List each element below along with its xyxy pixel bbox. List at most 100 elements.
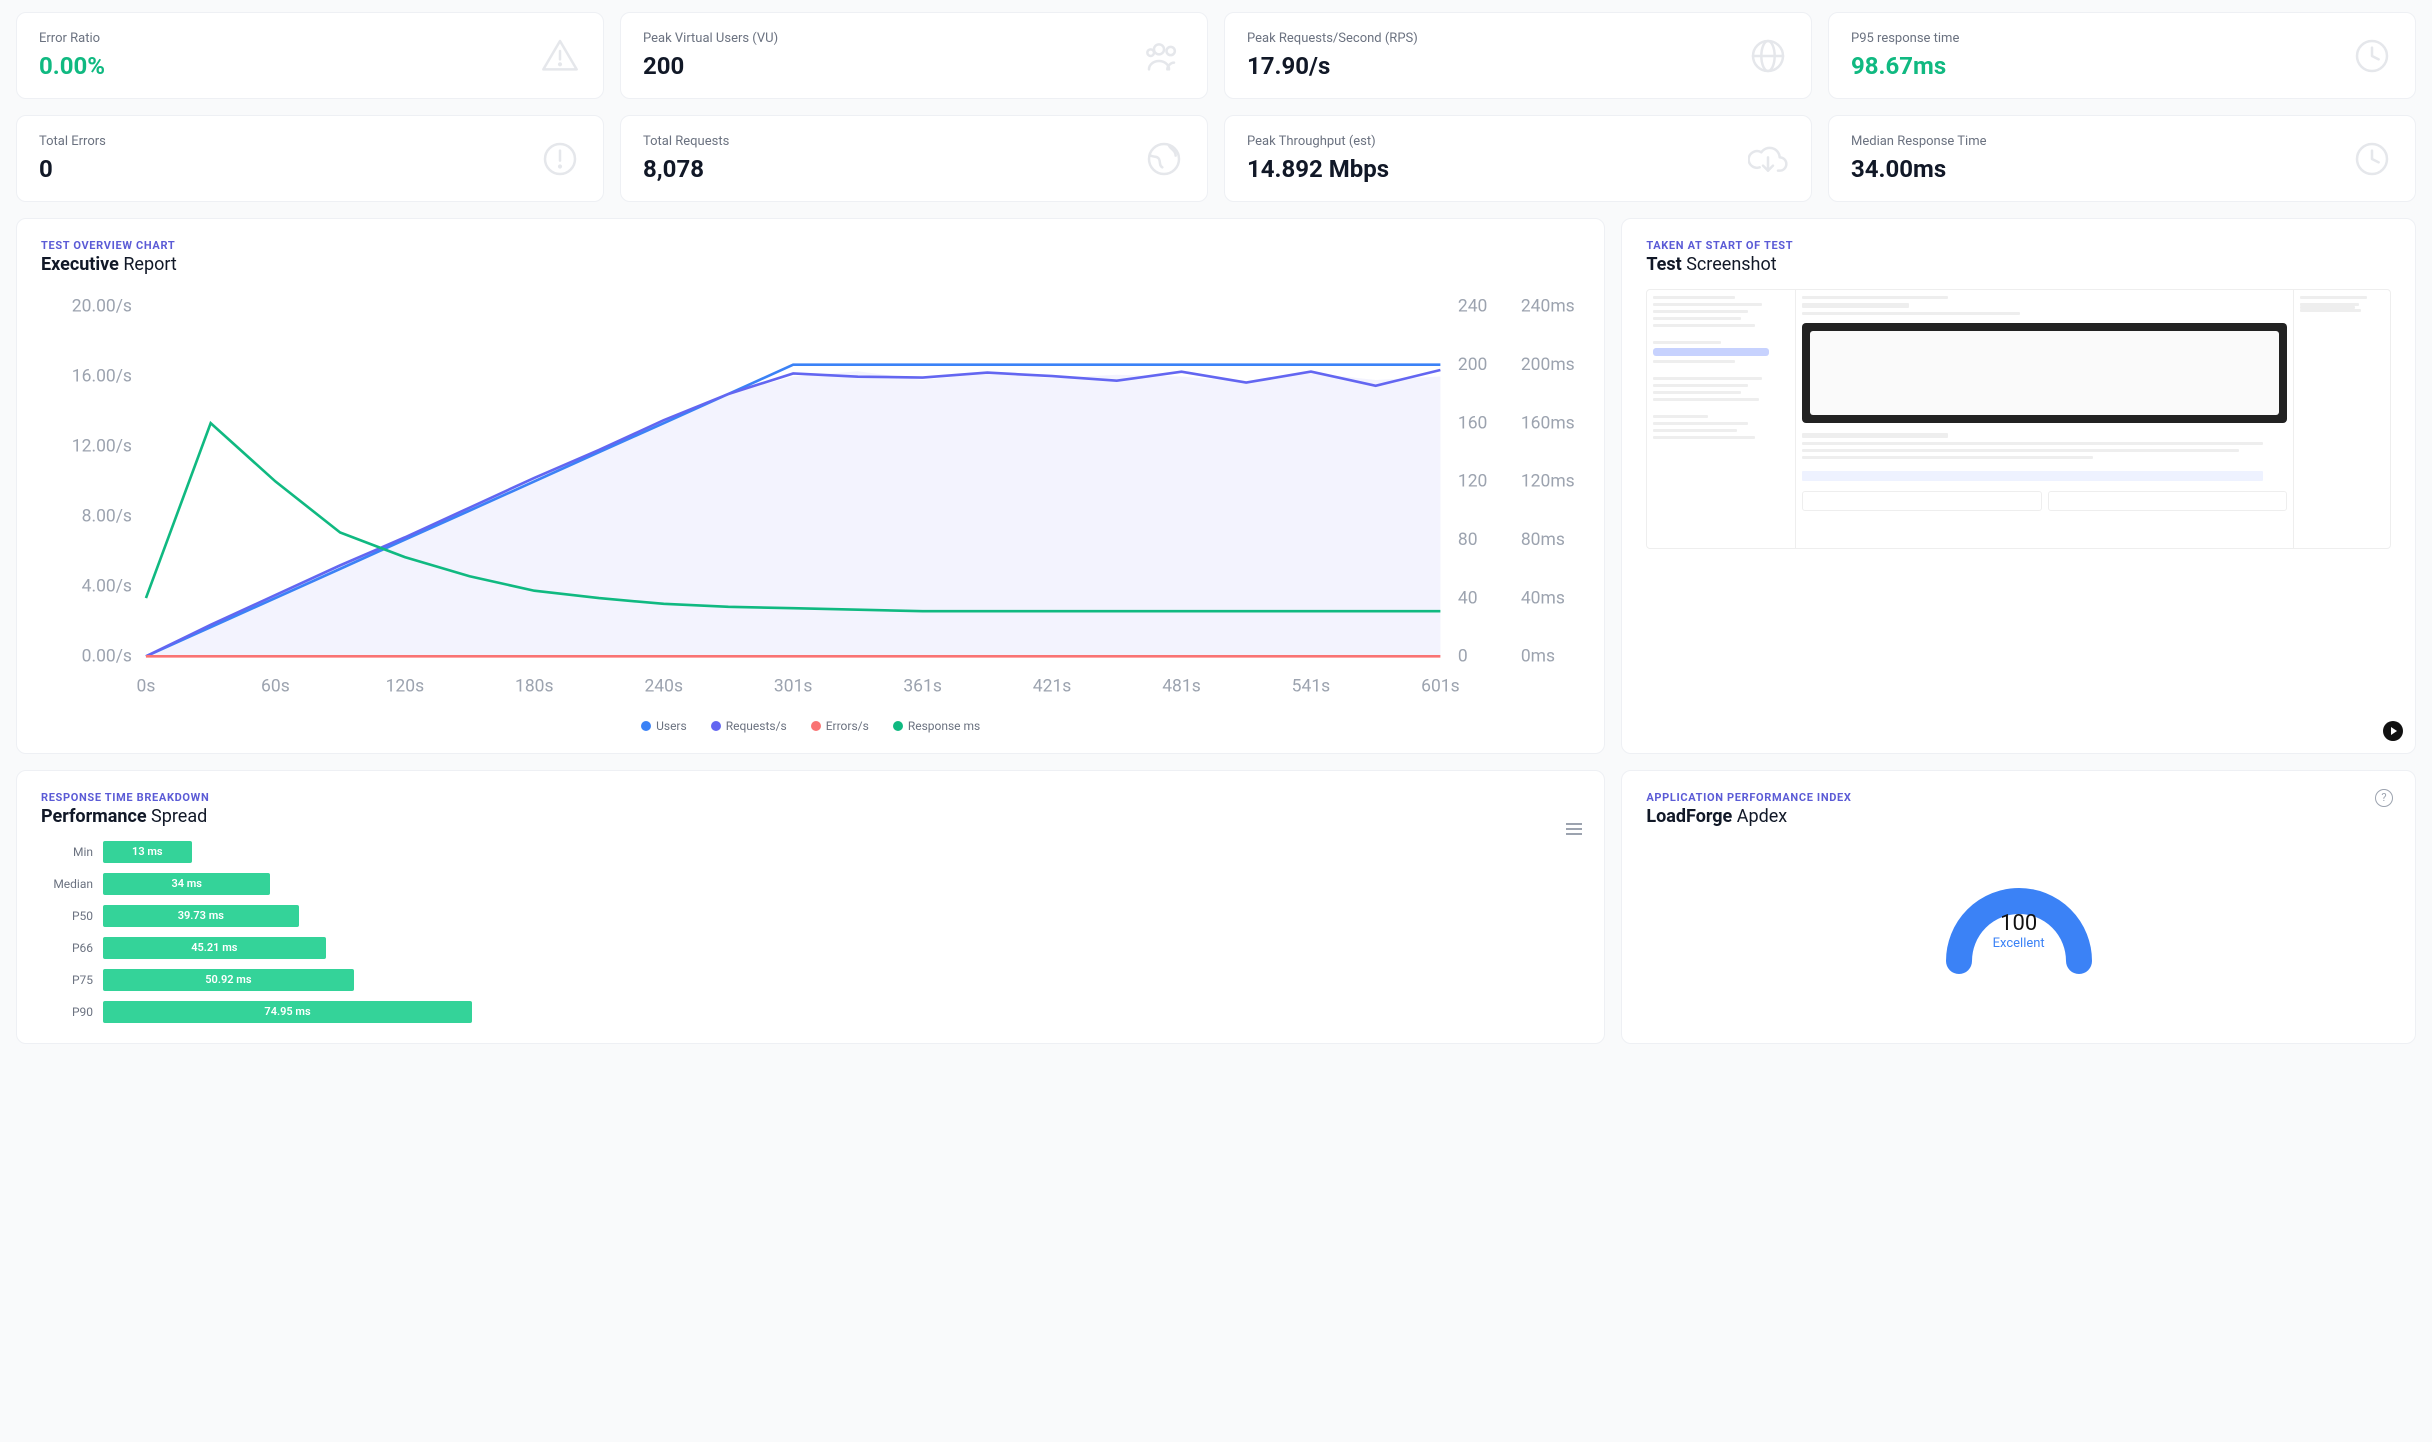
panel-title: LoadForge Apdex [1646,806,2391,827]
svg-text:8.00/s: 8.00/s [82,507,132,527]
perf-bar-label: P50 [41,909,93,923]
perf-bar-row: P75 50.92 ms [41,969,1580,991]
svg-text:301s: 301s [774,676,813,696]
test-screenshot-thumbnail[interactable] [1646,289,2391,549]
perf-bar-label: P90 [41,1005,93,1019]
svg-text:120: 120 [1458,472,1487,492]
stat-label: Peak Requests/Second (RPS) [1247,31,1418,46]
apdex-gauge: 100 Excellent [1934,851,2104,981]
alert-circle-icon [539,138,581,180]
play-icon[interactable] [2383,721,2403,741]
panel-title: Test Screenshot [1646,254,2391,275]
stat-label: Total Requests [643,134,729,149]
stat-label: Error Ratio [39,31,105,46]
panel-title: Performance Spread [41,806,1580,827]
clock-icon [2351,35,2393,77]
menu-icon[interactable] [1566,823,1582,835]
perf-bar: 34 ms [103,873,270,895]
svg-text:240: 240 [1458,297,1487,317]
perf-bar-row: P50 39.73 ms [41,905,1580,927]
perf-bar-row: P66 45.21 ms [41,937,1580,959]
svg-text:421s: 421s [1033,676,1072,696]
help-icon[interactable]: ? [2375,789,2393,807]
stat-label: P95 response time [1851,31,1959,46]
svg-text:40ms: 40ms [1521,588,1565,608]
stat-card: Total Errors 0 [16,115,604,202]
download-cloud-icon [1747,138,1789,180]
perf-bar: 50.92 ms [103,969,354,991]
perf-bar-row: Min 13 ms [41,841,1580,863]
perf-bar-label: Min [41,845,93,859]
stat-label: Total Errors [39,134,106,149]
warning-triangle-icon [539,35,581,77]
stat-value: 0.00% [39,52,105,80]
svg-text:0ms: 0ms [1521,647,1555,667]
stat-value: 0 [39,155,106,183]
users-icon [1143,35,1185,77]
stat-label: Peak Virtual Users (VU) [643,31,778,46]
svg-text:240s: 240s [644,676,683,696]
apdex-panel: APPLICATION PERFORMANCE INDEX LoadForge … [1621,770,2416,1044]
stats-row-1: Error Ratio 0.00% Peak Virtual Users (VU… [16,12,2416,99]
svg-text:20.00/s: 20.00/s [72,297,132,317]
performance-bars: Min 13 ms Median 34 ms P50 39.73 ms P66 … [41,841,1580,1023]
stat-label: Median Response Time [1851,134,1987,149]
executive-report-chart: 0.00/s4.00/s8.00/s12.00/s16.00/s20.00/s0… [41,289,1580,709]
panel-eyebrow: RESPONSE TIME BREAKDOWN [41,791,1580,804]
perf-bar: 74.95 ms [103,1001,472,1023]
stats-row-2: Total Errors 0 Total Requests 8,078 Peak… [16,115,2416,202]
stat-card: Peak Virtual Users (VU) 200 [620,12,1208,99]
stat-value: 8,078 [643,155,729,183]
legend-item: Users [641,719,687,733]
clock-icon [2351,138,2393,180]
svg-text:16.00/s: 16.00/s [72,367,132,387]
svg-text:0s: 0s [137,676,156,696]
stat-card: P95 response time 98.67ms [1828,12,2416,99]
legend-item: Response ms [893,719,980,733]
svg-text:40: 40 [1458,588,1478,608]
stat-value: 98.67ms [1851,52,1959,80]
svg-text:80: 80 [1458,530,1478,550]
performance-spread-panel: RESPONSE TIME BREAKDOWN Performance Spre… [16,770,1605,1044]
svg-text:361s: 361s [903,676,942,696]
stat-value: 14.892 Mbps [1247,155,1389,183]
perf-bar: 39.73 ms [103,905,299,927]
svg-text:200ms: 200ms [1521,355,1575,375]
svg-text:120s: 120s [386,676,425,696]
stat-card: Median Response Time 34.00ms [1828,115,2416,202]
perf-bar-row: Median 34 ms [41,873,1580,895]
svg-text:541s: 541s [1292,676,1331,696]
stat-value: 17.90/s [1247,52,1418,80]
perf-bar-row: P90 74.95 ms [41,1001,1580,1023]
panel-eyebrow: APPLICATION PERFORMANCE INDEX [1646,791,2391,804]
svg-text:80ms: 80ms [1521,530,1565,550]
stat-value: 34.00ms [1851,155,1987,183]
svg-text:481s: 481s [1162,676,1201,696]
panel-title: Executive Report [41,254,1580,275]
perf-bar-label: Median [41,877,93,891]
svg-text:200: 200 [1458,355,1487,375]
svg-text:160ms: 160ms [1521,413,1575,433]
stat-card: Error Ratio 0.00% [16,12,604,99]
svg-text:160: 160 [1458,413,1487,433]
svg-text:240ms: 240ms [1521,297,1575,317]
stat-label: Peak Throughput (est) [1247,134,1389,149]
svg-text:180s: 180s [515,676,554,696]
svg-text:0.00/s: 0.00/s [82,647,132,667]
svg-text:12.00/s: 12.00/s [72,437,132,457]
apdex-rating: Excellent [1993,936,2045,951]
legend-item: Requests/s [711,719,787,733]
legend-item: Errors/s [811,719,869,733]
overview-chart-panel: TEST OVERVIEW CHART Executive Report 0.0… [16,218,1605,754]
perf-bar: 45.21 ms [103,937,326,959]
stat-card: Total Requests 8,078 [620,115,1208,202]
svg-text:60s: 60s [261,676,290,696]
screenshot-panel: TAKEN AT START OF TEST Test Screenshot [1621,218,2416,754]
stat-card: Peak Requests/Second (RPS) 17.90/s [1224,12,1812,99]
globe-icon [1747,35,1789,77]
stat-card: Peak Throughput (est) 14.892 Mbps [1224,115,1812,202]
perf-bar-label: P66 [41,941,93,955]
chart-legend: Users Requests/s Errors/s Response ms [41,709,1580,733]
earth-icon [1143,138,1185,180]
stat-value: 200 [643,52,778,80]
